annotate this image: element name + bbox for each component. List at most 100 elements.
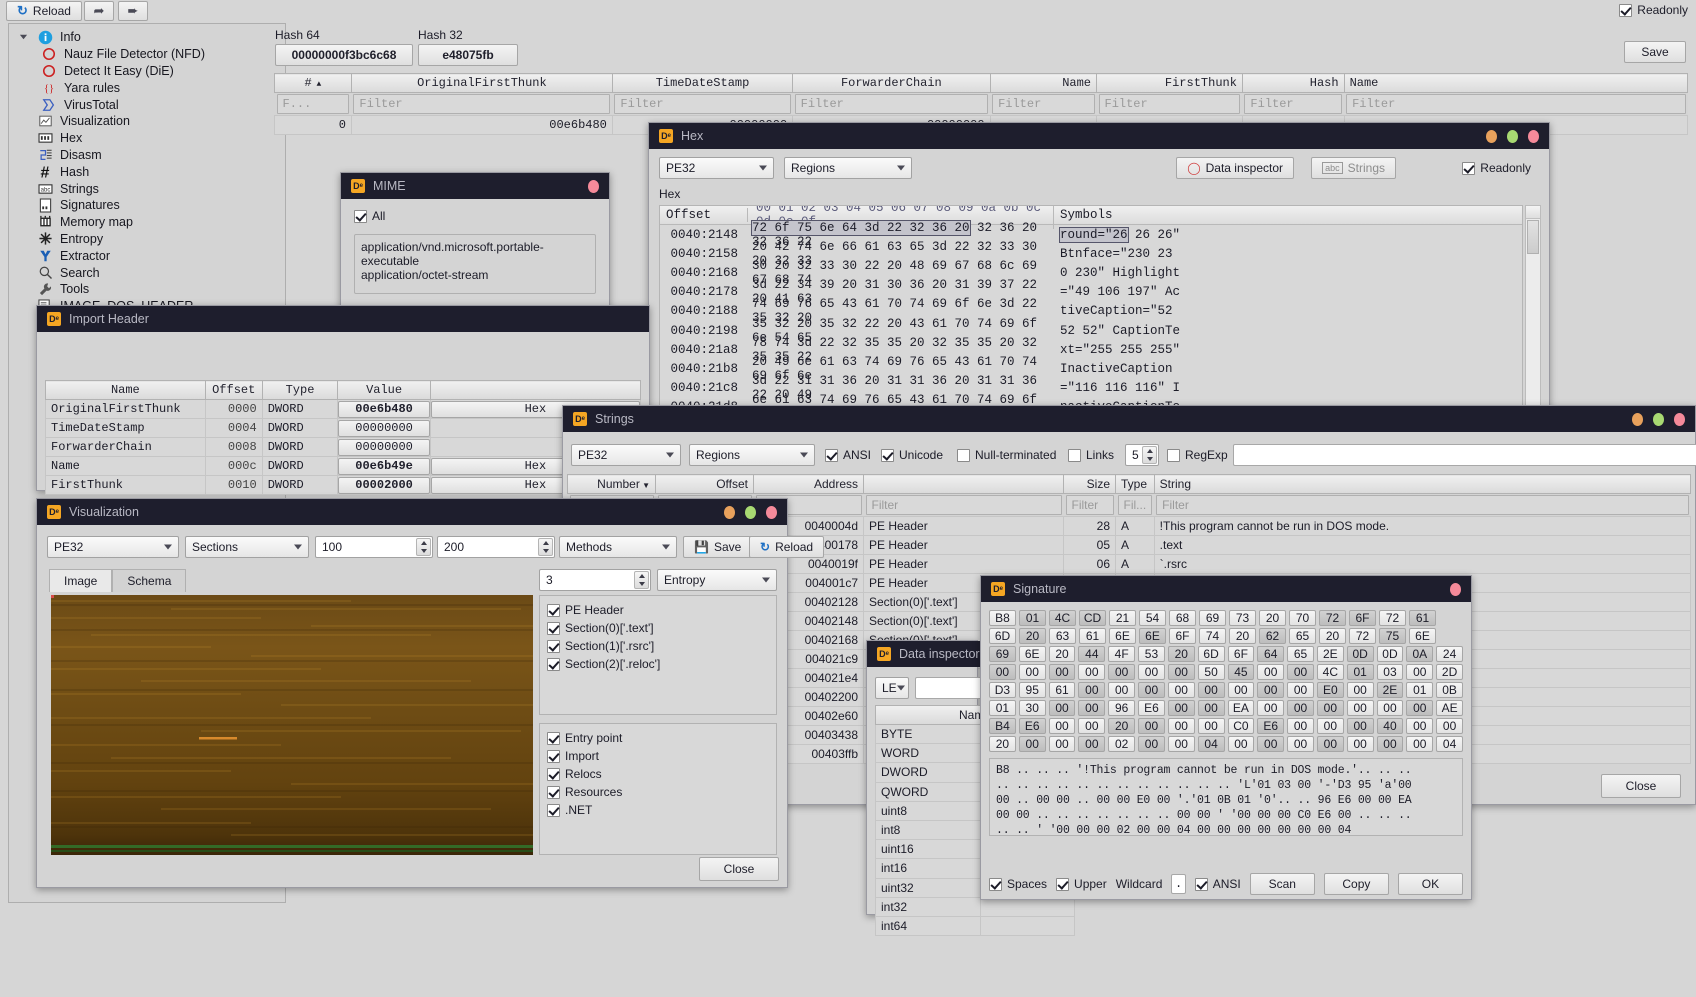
- signature-byte[interactable]: 96: [1108, 700, 1135, 716]
- sig-ok-button[interactable]: OK: [1398, 873, 1463, 895]
- spinner-arrows[interactable]: [634, 571, 649, 589]
- column-header[interactable]: Name: [990, 74, 1096, 93]
- readonly-checkbox[interactable]: Readonly: [1619, 3, 1688, 17]
- signature-byte[interactable]: 01: [989, 700, 1016, 716]
- signature-byte[interactable]: 00: [1168, 682, 1195, 698]
- signature-byte[interactable]: 00: [1198, 682, 1225, 698]
- filter-row[interactable]: F...FilterFilterFilterFilterFilterFilter…: [275, 93, 1688, 116]
- hex-symbols[interactable]: ="116 116 116" I: [1054, 381, 1180, 395]
- filter-input[interactable]: Filter: [353, 94, 610, 114]
- strings-close-button[interactable]: Close: [1601, 774, 1681, 798]
- save-button[interactable]: Save: [1624, 41, 1686, 63]
- filter-input[interactable]: Filter: [1244, 94, 1342, 114]
- column-header[interactable]: FirstThunk: [1097, 74, 1243, 93]
- back-button[interactable]: ➦: [84, 1, 114, 21]
- strings-minlength-spinner[interactable]: 5: [1125, 444, 1159, 466]
- signature-byte[interactable]: D3: [989, 682, 1016, 698]
- sig-spaces-checkbox[interactable]: Spaces: [989, 877, 1047, 891]
- signature-byte[interactable]: E0: [1317, 682, 1344, 698]
- filter-input[interactable]: Filter: [866, 495, 1062, 515]
- data-inspector-button[interactable]: ◯ Data inspector: [1176, 157, 1294, 179]
- field-value[interactable]: 00000000: [338, 439, 429, 456]
- field-value[interactable]: 00000000: [338, 420, 429, 437]
- table-row[interactable]: ForwarderChain0008DWORD00000000: [46, 438, 641, 457]
- signature-byte[interactable]: 00: [1108, 664, 1135, 680]
- signature-byte[interactable]: 0A: [1406, 646, 1433, 662]
- signature-byte[interactable]: 0D: [1377, 646, 1404, 662]
- signature-byte[interactable]: 00: [1049, 664, 1076, 680]
- signature-byte[interactable]: 00: [1317, 700, 1344, 716]
- signature-byte[interactable]: 6E: [1409, 628, 1436, 644]
- tab-image[interactable]: Image: [49, 569, 112, 592]
- signature-byte[interactable]: 00: [1287, 718, 1314, 734]
- column-header[interactable]: Size: [1064, 475, 1116, 494]
- signature-byte[interactable]: 4C: [1049, 610, 1076, 626]
- expander-icon[interactable]: [19, 30, 30, 44]
- signature-byte[interactable]: 00: [1138, 736, 1165, 752]
- signature-byte[interactable]: 95: [1019, 682, 1046, 698]
- hex-symbols[interactable]: InactiveCaption: [1054, 362, 1173, 376]
- viz-width-spinner[interactable]: 100: [315, 536, 433, 558]
- signature-byte[interactable]: 00: [1377, 736, 1404, 752]
- signature-byte[interactable]: 45: [1228, 664, 1255, 680]
- signature-byte[interactable]: 00: [1168, 718, 1195, 734]
- viz-level-spinner[interactable]: 3: [539, 569, 651, 591]
- signature-byte[interactable]: 00: [1168, 664, 1195, 680]
- signature-byte[interactable]: 54: [1139, 610, 1166, 626]
- signature-byte[interactable]: 00: [1257, 682, 1284, 698]
- signature-byte[interactable]: 20: [1108, 718, 1135, 734]
- column-header[interactable]: Value: [338, 381, 430, 400]
- sidebar-item-search[interactable]: Search: [13, 264, 281, 281]
- signature-byte[interactable]: 20: [1019, 628, 1046, 644]
- viz-reload-button[interactable]: ↻ Reload: [749, 536, 824, 558]
- hex-symbols[interactable]: 0 230" Highlight: [1054, 266, 1180, 280]
- signature-byte[interactable]: 72: [1349, 628, 1376, 644]
- signature-byte[interactable]: 00: [1078, 682, 1105, 698]
- signature-byte[interactable]: 69: [1199, 610, 1226, 626]
- import-header-table[interactable]: NameOffsetTypeValue OriginalFirstThunk00…: [45, 380, 641, 495]
- signature-byte[interactable]: 02: [1108, 736, 1135, 752]
- column-header[interactable]: Hash: [1242, 74, 1344, 93]
- signature-byte[interactable]: 0B: [1436, 682, 1463, 698]
- spinner-arrows[interactable]: [1142, 446, 1157, 464]
- signature-byte[interactable]: E6: [1138, 700, 1165, 716]
- signature-byte[interactable]: 00: [1287, 682, 1314, 698]
- signature-byte[interactable]: 61: [1049, 682, 1076, 698]
- signature-byte[interactable]: 20: [1229, 628, 1256, 644]
- column-header[interactable]: Name: [46, 381, 206, 400]
- signature-byte[interactable]: 04: [1436, 736, 1463, 752]
- signature-byte[interactable]: 2E: [1377, 682, 1404, 698]
- signature-byte[interactable]: 20: [1168, 646, 1195, 662]
- signature-byte[interactable]: 00: [1078, 718, 1105, 734]
- minimize-dot-icon[interactable]: [1486, 130, 1497, 143]
- signature-byte[interactable]: 00: [1347, 682, 1374, 698]
- column-header[interactable]: Name: [1344, 74, 1687, 93]
- filter-input[interactable]: Filter: [1156, 495, 1688, 515]
- signature-byte[interactable]: 20: [1319, 628, 1346, 644]
- sidebar-item-hex[interactable]: Hex: [13, 130, 281, 147]
- option-checkbox[interactable]: Import: [547, 747, 769, 765]
- signature-byte[interactable]: 72: [1379, 610, 1406, 626]
- signature-byte[interactable]: 75: [1379, 628, 1406, 644]
- sidebar-item-info[interactable]: Info: [13, 29, 281, 46]
- hex-window[interactable]: De Hex PE32 Regions ◯ Data inspector abc…: [648, 122, 1550, 414]
- signature-byte[interactable]: 00: [1406, 736, 1433, 752]
- close-dot-icon[interactable]: [766, 506, 777, 519]
- strings-ansi-checkbox[interactable]: ANSI: [825, 448, 871, 462]
- signature-byte[interactable]: C0: [1228, 718, 1255, 734]
- sig-wildcard-input[interactable]: .: [1171, 874, 1185, 894]
- strings-search-input[interactable]: [1233, 444, 1696, 466]
- signature-byte[interactable]: CD: [1079, 610, 1106, 626]
- table-row[interactable]: FirstThunk0010DWORD00002000Hex: [46, 476, 641, 495]
- option-checkbox[interactable]: Section(0)['.text']: [547, 619, 769, 637]
- strings-regions-combo[interactable]: Regions: [689, 444, 815, 466]
- signature-byte[interactable]: 01: [1019, 610, 1046, 626]
- signature-window[interactable]: De Signature B8014CCD21546869732070726F7…: [980, 575, 1472, 900]
- column-header[interactable]: Type: [1116, 475, 1155, 494]
- inspector-type-value[interactable]: [980, 917, 1074, 935]
- signature-byte[interactable]: 00: [1049, 700, 1076, 716]
- sidebar-item-visualization[interactable]: Visualization: [13, 113, 281, 130]
- signature-byte[interactable]: 62: [1259, 628, 1286, 644]
- signature-byte[interactable]: 00: [1406, 718, 1433, 734]
- hex-titlebar[interactable]: De Hex: [649, 123, 1549, 149]
